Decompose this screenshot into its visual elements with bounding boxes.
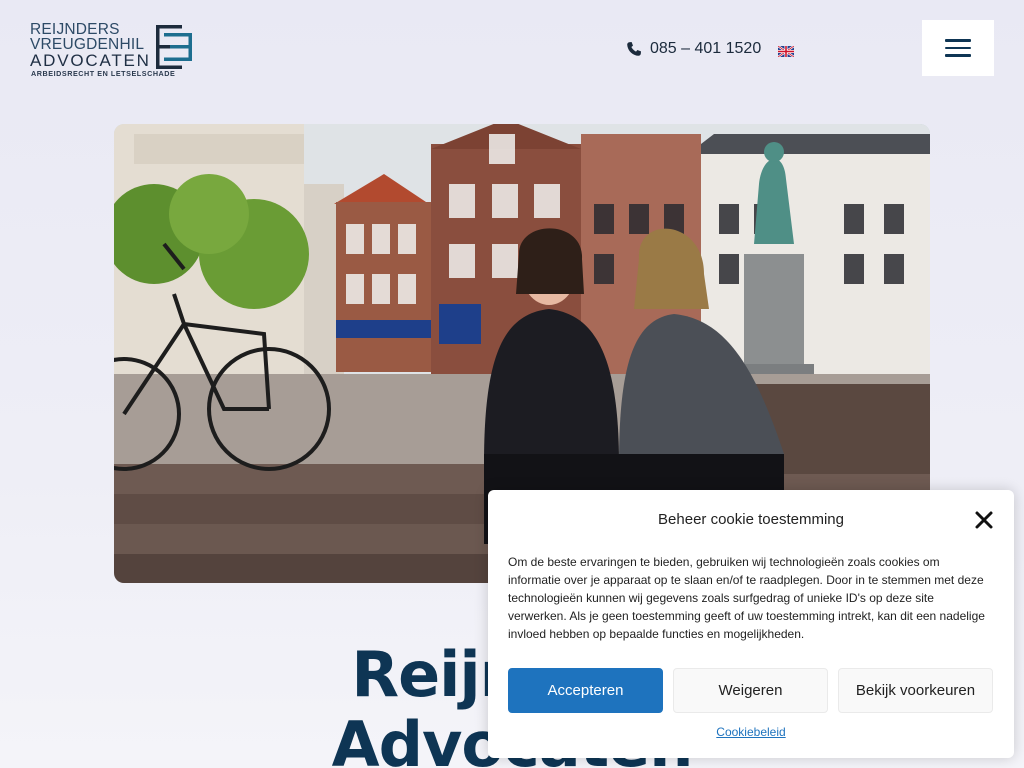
logo[interactable]: REIJNDERS VREUGDENHIL ADVOCATEN ARBEIDSR…: [30, 22, 194, 82]
menu-button[interactable]: [922, 20, 994, 76]
logo-line-1: REIJNDERS: [30, 21, 120, 38]
accept-button[interactable]: Accepteren: [508, 668, 663, 713]
logo-line-2: VREUGDENHIL: [30, 36, 145, 53]
close-icon[interactable]: [974, 510, 994, 530]
logo-mark-icon: [156, 25, 192, 69]
logo-tagline: ARBEIDSRECHT EN LETSELSCHADE: [31, 69, 176, 78]
phone-icon: [627, 42, 641, 56]
cookie-button-row: Accepteren Weigeren Bekijk voorkeuren: [508, 668, 993, 713]
logo-text: REIJNDERS VREUGDENHIL ADVOCATEN: [30, 22, 156, 69]
cookie-dialog-title: Beheer cookie toestemming: [658, 511, 844, 528]
phone-number: 085 – 401 1520: [650, 40, 762, 57]
cookie-policy-link[interactable]: Cookiebeleid: [488, 725, 1014, 739]
hamburger-icon: [945, 39, 971, 57]
cookie-dialog-body: Om de beste ervaringen te bieden, gebrui…: [508, 555, 985, 641]
cookie-dialog: Beheer cookie toestemming Om de beste er…: [488, 490, 1014, 758]
deny-button[interactable]: Weigeren: [673, 668, 828, 713]
view-preferences-button[interactable]: Bekijk voorkeuren: [838, 668, 993, 713]
phone-link[interactable]: 085 – 401 1520: [626, 40, 761, 58]
logo-line-3: ADVOCATEN: [30, 51, 151, 70]
uk-flag-icon[interactable]: [778, 46, 794, 57]
